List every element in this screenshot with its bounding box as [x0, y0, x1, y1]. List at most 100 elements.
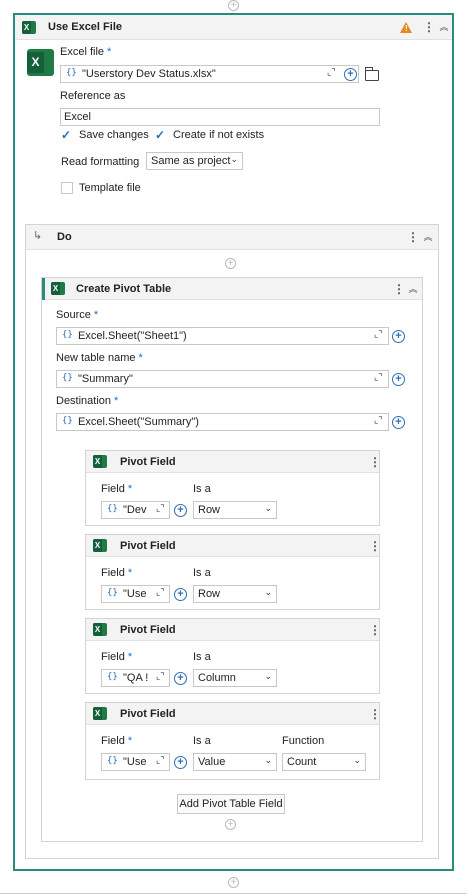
add-variable-icon[interactable]: +	[392, 330, 405, 343]
pivot-field-header[interactable]: Pivot Field ⋮	[86, 703, 381, 725]
expression-icon: {}	[62, 416, 73, 426]
save-changes-checkbox[interactable]: ✓	[61, 129, 73, 141]
insert-activity-icon[interactable]: +	[228, 0, 239, 11]
pivot-field-header[interactable]: Pivot Field ⋮	[86, 535, 381, 557]
field-label: Field *	[101, 735, 133, 747]
add-variable-icon[interactable]: +	[392, 416, 405, 429]
chevron-down-icon: ⌄	[264, 503, 272, 513]
expand-editor-icon[interactable]: ⌞⌝	[374, 415, 382, 426]
field-label: Field *	[101, 483, 133, 495]
excel-icon	[93, 539, 107, 552]
do-block-header[interactable]: ↳ Do ⋮ ︽	[26, 225, 438, 250]
read-formatting-select[interactable]: Same as project ⌄	[146, 152, 243, 170]
expand-editor-icon[interactable]: ⌞⌝	[156, 671, 164, 682]
create-if-not-exists-checkbox[interactable]: ✓	[155, 129, 167, 141]
is-a-select[interactable]: Row ⌄	[193, 501, 277, 519]
pivot-field-activity: Pivot Field ⋮ Field* {} "Dev ⌞⌝ + Is a R…	[85, 450, 381, 526]
expand-editor-icon[interactable]: ⌞⌝	[374, 372, 382, 383]
field-input[interactable]: {} "Dev ⌞⌝	[101, 501, 170, 519]
pivot-field-header[interactable]: Pivot Field ⋮	[86, 619, 381, 641]
is-a-label: Is a	[193, 735, 211, 747]
more-options-icon[interactable]: ⋮	[369, 539, 381, 553]
collapse-icon[interactable]: ︽	[438, 21, 450, 33]
more-options-icon[interactable]: ⋮	[407, 230, 419, 244]
collapse-icon[interactable]: ︽	[422, 231, 434, 243]
is-a-label: Is a	[193, 567, 211, 579]
collapse-icon[interactable]: ︽	[407, 283, 419, 295]
template-file-label: Template file	[79, 182, 141, 194]
create-pivot-table-header[interactable]: Create Pivot Table ⋮ ︽	[42, 278, 422, 300]
more-options-icon[interactable]: ⋮	[393, 282, 405, 296]
branch-arrow-icon: ↳	[33, 230, 43, 242]
create-if-not-exists-label: Create if not exists	[173, 129, 265, 141]
browse-folder-icon[interactable]	[365, 67, 379, 81]
chevron-down-icon: ⌄	[264, 755, 272, 765]
add-variable-icon[interactable]: +	[174, 672, 187, 685]
is-a-select[interactable]: Row ⌄	[193, 585, 277, 603]
excel-icon	[93, 455, 107, 468]
chevron-down-icon: ⌄	[264, 671, 272, 681]
pivot-field-title: Pivot Field	[120, 540, 176, 552]
insert-activity-icon[interactable]: +	[225, 819, 236, 830]
field-input[interactable]: {} "QA ! ⌞⌝	[101, 669, 170, 687]
destination-label: Destination *	[56, 395, 119, 407]
add-variable-icon[interactable]: +	[174, 588, 187, 601]
reference-as-label: Reference as	[60, 90, 126, 102]
add-variable-icon[interactable]: +	[344, 68, 357, 81]
add-variable-icon[interactable]: +	[392, 373, 405, 386]
insert-activity-icon[interactable]: +	[225, 258, 236, 269]
excel-large-icon	[27, 49, 54, 76]
more-options-icon[interactable]: ⋮	[369, 707, 381, 721]
field-label: Field *	[101, 651, 133, 663]
is-a-label: Is a	[193, 483, 211, 495]
create-pivot-table-activity: Create Pivot Table ⋮ ︽ Source* {} Excel.…	[41, 277, 423, 842]
activity-title: Use Excel File	[48, 21, 122, 33]
add-pivot-table-field-button[interactable]: Add Pivot Table Field	[177, 794, 285, 814]
expand-editor-icon[interactable]: ⌞⌝	[156, 755, 164, 766]
use-excel-file-activity: Use Excel File ⋮ ︽ Excel file* {} "Users…	[13, 13, 454, 871]
insert-activity-icon[interactable]: +	[228, 877, 239, 888]
create-pivot-table-title: Create Pivot Table	[76, 283, 172, 295]
template-file-checkbox[interactable]	[61, 182, 73, 194]
expression-icon: {}	[107, 504, 118, 514]
pivot-field-activity: Pivot Field ⋮ Field* {} "Use ⌞⌝ + Is a R…	[85, 534, 381, 610]
excel-icon	[93, 707, 107, 720]
destination-field[interactable]: {} Excel.Sheet("Summary") ⌞⌝	[56, 413, 389, 431]
add-variable-icon[interactable]: +	[174, 504, 187, 517]
new-table-name-field[interactable]: {} "Summary" ⌞⌝	[56, 370, 389, 388]
reference-as-input[interactable]: Excel	[60, 108, 380, 126]
pivot-field-title: Pivot Field	[120, 708, 176, 720]
source-field[interactable]: {} Excel.Sheet("Sheet1") ⌞⌝	[56, 327, 389, 345]
chevron-down-icon: ⌄	[353, 755, 361, 765]
chevron-down-icon: ⌄	[264, 587, 272, 597]
more-options-icon[interactable]: ⋮	[423, 20, 435, 34]
function-label: Function	[282, 735, 325, 747]
field-input[interactable]: {} "Use ⌞⌝	[101, 753, 170, 771]
use-excel-file-header[interactable]: Use Excel File ⋮ ︽	[15, 15, 452, 40]
warning-icon[interactable]	[400, 22, 412, 33]
pivot-field-activity: Pivot Field ⋮ Field* {} "QA ! ⌞⌝ + Is a …	[85, 618, 381, 694]
expand-editor-icon[interactable]: ⌞⌝	[327, 67, 335, 78]
expand-editor-icon[interactable]: ⌞⌝	[156, 503, 164, 514]
expand-editor-icon[interactable]: ⌞⌝	[156, 587, 164, 598]
excel-icon	[93, 623, 107, 636]
pivot-field-activity: Pivot Field ⋮ Field* {} "Use ⌞⌝ + Is a V…	[85, 702, 381, 780]
excel-file-field[interactable]: {} "Userstory Dev Status.xlsx" ⌞⌝	[60, 65, 359, 83]
more-options-icon[interactable]: ⋮	[369, 455, 381, 469]
excel-icon	[22, 21, 36, 34]
excel-icon	[51, 282, 65, 295]
expression-icon: {}	[62, 330, 73, 340]
field-input[interactable]: {} "Use ⌞⌝	[101, 585, 170, 603]
add-variable-icon[interactable]: +	[174, 756, 187, 769]
pivot-field-header[interactable]: Pivot Field ⋮	[86, 451, 381, 473]
expression-icon: {}	[107, 672, 118, 682]
read-formatting-label: Read formatting	[61, 156, 140, 168]
more-options-icon[interactable]: ⋮	[369, 623, 381, 637]
is-a-select[interactable]: Value ⌄	[193, 753, 277, 771]
expression-icon: {}	[66, 68, 77, 78]
pivot-field-title: Pivot Field	[120, 456, 176, 468]
expand-editor-icon[interactable]: ⌞⌝	[374, 329, 382, 340]
do-block-title: Do	[57, 231, 72, 243]
is-a-select[interactable]: Column ⌄	[193, 669, 277, 687]
function-select[interactable]: Count ⌄	[282, 753, 366, 771]
